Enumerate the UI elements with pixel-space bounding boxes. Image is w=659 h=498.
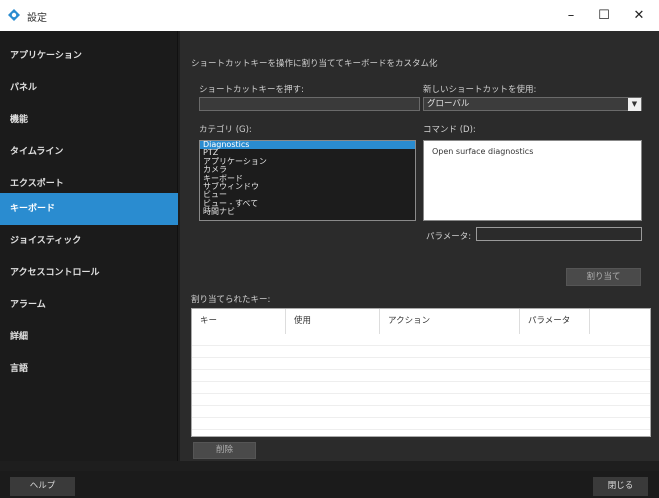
category-list[interactable]: Diagnostics PTZ アプリケーション カメラ キーボード サブウィン… bbox=[199, 140, 416, 221]
shortcut-input[interactable] bbox=[199, 97, 420, 111]
table-row bbox=[192, 406, 650, 418]
assign-button[interactable]: 割り当て bbox=[566, 268, 641, 286]
keyboard-settings-panel: ショートカットキーを操作に割り当ててキーボードをカスタム化 ショートカットキーを… bbox=[180, 31, 659, 461]
parameter-label: パラメータ: bbox=[426, 232, 472, 242]
sidebar-item-access-control[interactable]: アクセスコントロール bbox=[0, 257, 178, 289]
app-diamond-icon bbox=[8, 9, 20, 21]
shortcut-label: ショートカットキーを押す: bbox=[199, 85, 304, 95]
command-list[interactable]: Open surface diagnostics bbox=[423, 140, 642, 221]
list-item[interactable]: Open surface diagnostics bbox=[432, 147, 633, 156]
sidebar-item-timeline[interactable]: タイムライン bbox=[0, 136, 178, 168]
table-row bbox=[192, 334, 650, 346]
window-title: 設定 bbox=[27, 13, 47, 24]
table-header-action[interactable]: アクション bbox=[380, 309, 520, 334]
sidebar-item-panel[interactable]: パネル bbox=[0, 72, 178, 104]
shortcut-scope-value: グローバル bbox=[427, 99, 470, 109]
list-item[interactable]: サブウィンドウ bbox=[200, 182, 415, 191]
delete-button[interactable]: 削除 bbox=[193, 442, 256, 459]
shortcut-scope-dropdown[interactable]: グローバル ▼ bbox=[423, 97, 642, 111]
list-item[interactable]: 時間ナビ bbox=[200, 207, 415, 216]
sidebar-item-application[interactable]: アプリケーション bbox=[0, 40, 178, 72]
table-row bbox=[192, 394, 650, 406]
close-window-button[interactable]: ✕ bbox=[619, 0, 659, 31]
sidebar-item-alarm[interactable]: アラーム bbox=[0, 289, 178, 321]
footer-bar: ヘルプ 閉じる bbox=[0, 471, 659, 498]
table-row bbox=[192, 370, 650, 382]
list-item[interactable]: Diagnostics bbox=[200, 140, 415, 150]
assigned-keys-table: キー 使用 アクション パラメータ bbox=[191, 308, 651, 437]
category-label: カテゴリ (G): bbox=[199, 125, 252, 135]
parameter-input[interactable] bbox=[476, 227, 642, 241]
table-row bbox=[192, 418, 650, 430]
table-header-usage[interactable]: 使用 bbox=[286, 309, 380, 334]
command-label: コマンド (D): bbox=[423, 125, 476, 135]
table-row bbox=[192, 382, 650, 394]
table-row bbox=[192, 358, 650, 370]
use-new-shortcut-label: 新しいショートカットを使用: bbox=[423, 85, 537, 95]
close-button[interactable]: 閉じる bbox=[593, 477, 648, 496]
settings-sidebar: アプリケーション パネル 機能 タイムライン エクスポート キーボード ジョイス… bbox=[0, 31, 178, 461]
sidebar-item-advanced[interactable]: 詳細 bbox=[0, 321, 178, 353]
table-header-key[interactable]: キー bbox=[192, 309, 286, 334]
list-item[interactable]: アプリケーション bbox=[200, 157, 415, 166]
chevron-down-icon: ▼ bbox=[628, 98, 641, 111]
title-bar: 設定 – ☐ ✕ bbox=[0, 0, 659, 31]
sidebar-item-features[interactable]: 機能 bbox=[0, 104, 178, 136]
page-heading: ショートカットキーを操作に割り当ててキーボードをカスタム化 bbox=[191, 59, 438, 69]
maximize-button[interactable]: ☐ bbox=[584, 0, 624, 31]
sidebar-item-joystick[interactable]: ジョイスティック bbox=[0, 225, 178, 257]
assigned-keys-label: 割り当てられたキー: bbox=[191, 295, 271, 305]
table-row bbox=[192, 346, 650, 358]
table-header-parameter[interactable]: パラメータ bbox=[520, 309, 590, 334]
sidebar-item-keyboard[interactable]: キーボード bbox=[0, 193, 178, 225]
help-button[interactable]: ヘルプ bbox=[10, 477, 75, 496]
sidebar-item-language[interactable]: 言語 bbox=[0, 353, 178, 385]
